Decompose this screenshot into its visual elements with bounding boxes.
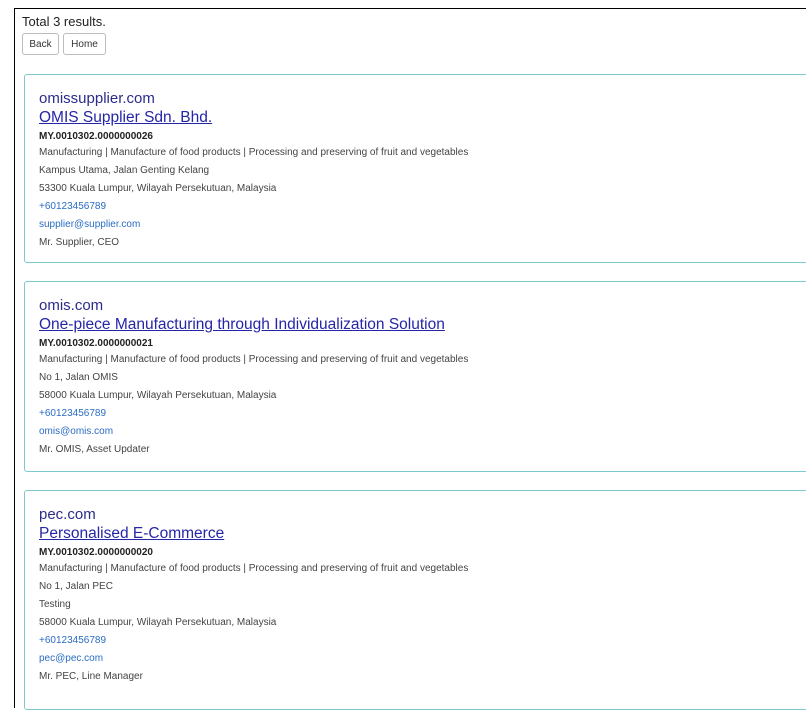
nav-button-row: Back Home xyxy=(22,33,106,55)
address-line: 58000 Kuala Lumpur, Wilayah Persekutuan,… xyxy=(39,390,277,401)
phone-link[interactable]: +60123456789 xyxy=(39,632,799,650)
contact-person: Mr. Supplier, CEO xyxy=(39,237,120,248)
back-button[interactable]: Back xyxy=(22,33,59,55)
address-line: Testing xyxy=(39,599,71,610)
address-line: 58000 Kuala Lumpur, Wilayah Persekutuan,… xyxy=(39,617,277,628)
result-domain: omis.com xyxy=(39,297,104,314)
address-line: 53300 Kuala Lumpur, Wilayah Persekutuan,… xyxy=(39,183,277,194)
result-card: pec.com Personalised E-Commerce MY.00103… xyxy=(24,490,806,710)
address-line: No 1, Jalan PEC xyxy=(39,581,113,592)
email-link[interactable]: supplier@supplier.com xyxy=(39,216,799,234)
contact-person: Mr. PEC, Line Manager xyxy=(39,671,143,682)
address-line: No 1, Jalan OMIS xyxy=(39,372,118,383)
email-link[interactable]: pec@pec.com xyxy=(39,650,799,668)
phone-link[interactable]: +60123456789 xyxy=(39,405,799,423)
industry-classification: Manufacturing | Manufacture of food prod… xyxy=(39,147,469,158)
phone-link[interactable]: +60123456789 xyxy=(39,198,799,216)
registration-number: MY.0010302.0000000026 xyxy=(39,131,153,142)
result-card: omissupplier.com OMIS Supplier Sdn. Bhd.… xyxy=(24,74,806,263)
contact-person: Mr. OMIS, Asset Updater xyxy=(39,444,150,455)
registration-number: MY.0010302.0000000021 xyxy=(39,338,153,349)
company-name-link[interactable]: One-piece Manufacturing through Individu… xyxy=(39,315,445,335)
industry-classification: Manufacturing | Manufacture of food prod… xyxy=(39,563,469,574)
result-card: omis.com One-piece Manufacturing through… xyxy=(24,281,806,472)
address-line: Kampus Utama, Jalan Genting Kelang xyxy=(39,165,210,176)
industry-classification: Manufacturing | Manufacture of food prod… xyxy=(39,354,469,365)
company-name-link[interactable]: OMIS Supplier Sdn. Bhd. xyxy=(39,108,212,128)
results-count: Total 3 results. xyxy=(22,14,106,29)
home-button[interactable]: Home xyxy=(63,33,106,55)
email-link[interactable]: omis@omis.com xyxy=(39,423,799,441)
company-name-link[interactable]: Personalised E-Commerce xyxy=(39,524,224,544)
registration-number: MY.0010302.0000000020 xyxy=(39,547,153,558)
result-domain: pec.com xyxy=(39,506,96,523)
result-domain: omissupplier.com xyxy=(39,90,155,107)
